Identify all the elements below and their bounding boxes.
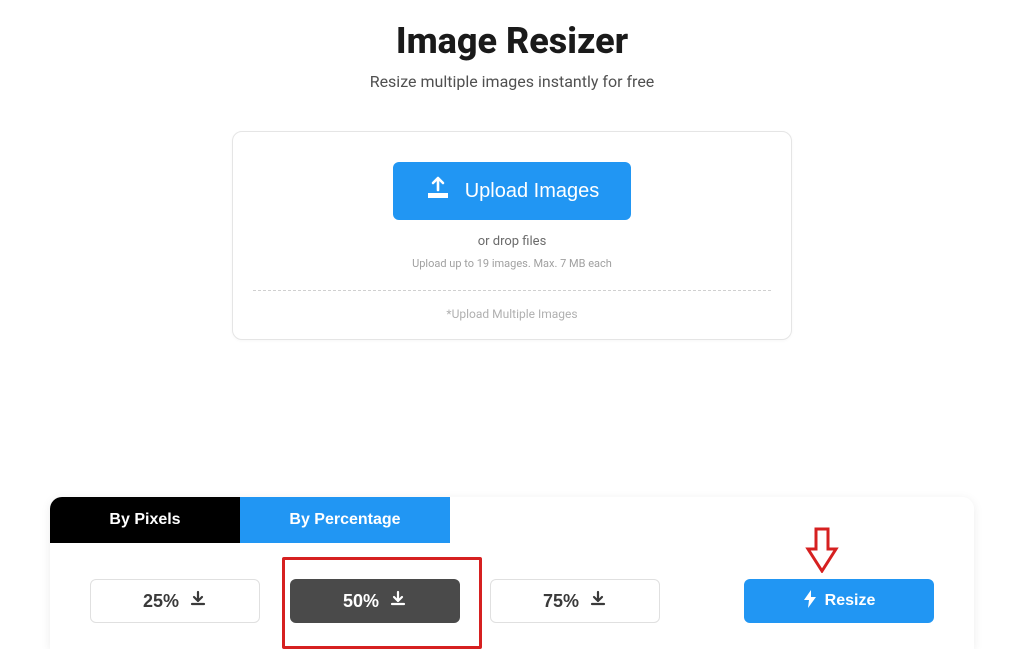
- drop-files-text: or drop files: [253, 234, 771, 249]
- upload-button-label: Upload Images: [465, 180, 600, 203]
- percentage-label-25: 25%: [143, 591, 179, 612]
- upload-button[interactable]: Upload Images: [393, 162, 632, 220]
- download-icon: [389, 590, 407, 613]
- percentage-options-row: 25% 50% 75%: [50, 543, 974, 649]
- resize-button[interactable]: Resize: [744, 579, 934, 623]
- percentage-option-75[interactable]: 75%: [490, 579, 660, 623]
- percentage-label-75: 75%: [543, 591, 579, 612]
- tabs: By Pixels By Percentage: [50, 497, 974, 543]
- upload-icon: [425, 176, 451, 206]
- tab-by-percentage[interactable]: By Percentage: [240, 497, 450, 543]
- percentage-option-50[interactable]: 50%: [290, 579, 460, 623]
- upload-multiple-text: *Upload Multiple Images: [253, 307, 771, 321]
- lightning-icon: [803, 590, 817, 613]
- download-icon: [189, 590, 207, 613]
- tab-spacer: [450, 497, 974, 543]
- upload-card: Upload Images or drop files Upload up to…: [232, 131, 792, 340]
- percentage-label-50: 50%: [343, 591, 379, 612]
- tab-by-pixels[interactable]: By Pixels: [50, 497, 240, 543]
- resize-options-panel: By Pixels By Percentage 25% 50%: [50, 497, 974, 649]
- page-title: Image Resizer: [0, 20, 1024, 62]
- upload-limit-text: Upload up to 19 images. Max. 7 MB each: [253, 257, 771, 270]
- page-subtitle: Resize multiple images instantly for fre…: [0, 72, 1024, 91]
- download-icon: [589, 590, 607, 613]
- resize-button-label: Resize: [825, 592, 876, 610]
- percentage-option-25[interactable]: 25%: [90, 579, 260, 623]
